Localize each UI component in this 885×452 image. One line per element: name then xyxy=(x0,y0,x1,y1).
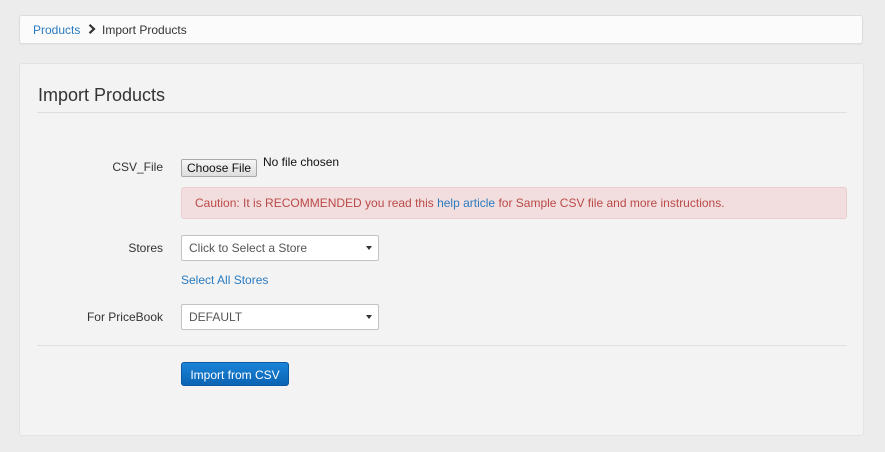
pricebook-label: For PriceBook xyxy=(86,310,163,324)
pricebook-select[interactable]: DEFAULT xyxy=(181,304,379,330)
csv-file-label: CSV_File xyxy=(112,160,163,174)
page-title: Import Products xyxy=(38,85,166,105)
help-article-link[interactable]: help article xyxy=(437,196,495,210)
select-all-stores-link[interactable]: Select All Stores xyxy=(181,273,268,287)
stores-label: Stores xyxy=(128,241,163,255)
choose-file-button[interactable]: Choose File xyxy=(181,159,258,177)
title-divider xyxy=(37,112,847,113)
import-panel: Import Products CSV_File Choose File No … xyxy=(19,63,864,436)
stores-select[interactable]: Click to Select a Store xyxy=(181,235,379,261)
chevron-right-icon xyxy=(88,24,96,34)
caret-down-icon xyxy=(366,315,372,319)
caret-down-icon xyxy=(366,246,372,250)
caution-alert: Caution: It is RECOMMENDED you read this… xyxy=(181,187,847,219)
caution-text-before: Caution: It is RECOMMENDED you read this xyxy=(195,196,438,210)
form-divider xyxy=(37,345,847,346)
breadcrumb-products-link[interactable]: Products xyxy=(33,23,80,37)
caution-text-after: for Sample CSV file and more instruction… xyxy=(495,196,725,210)
stores-select-placeholder: Click to Select a Store xyxy=(189,241,308,255)
breadcrumb: Products Import Products xyxy=(19,15,863,44)
file-status-text: No file chosen xyxy=(263,155,340,169)
pricebook-select-value: DEFAULT xyxy=(189,310,243,324)
breadcrumb-current: Import Products xyxy=(102,23,187,37)
import-from-csv-button[interactable]: Import from CSV xyxy=(181,362,289,386)
